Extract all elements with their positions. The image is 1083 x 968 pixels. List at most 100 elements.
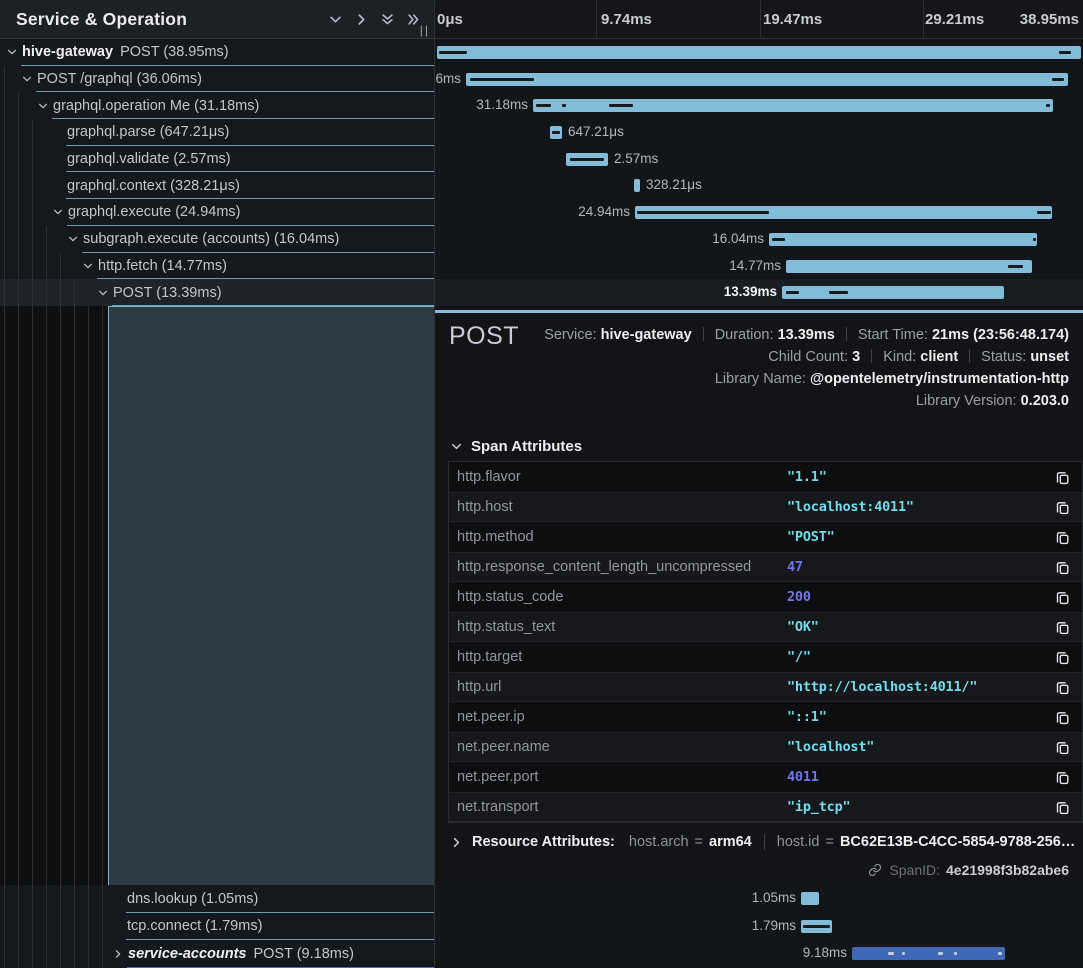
chevron-down-icon[interactable] (21, 74, 33, 84)
chevron-down-icon[interactable] (67, 234, 79, 244)
selected-span-detail-spacer (108, 306, 434, 885)
operation-name: graphql.operation Me (31.18ms) (53, 98, 259, 114)
copy-button[interactable] (1050, 800, 1070, 815)
span-bar[interactable] (769, 233, 1037, 246)
span-duration-label: 1.05ms (752, 890, 796, 905)
collapse-one-button[interactable] (322, 6, 348, 32)
child-span-tick (1033, 238, 1036, 241)
panel-splitter[interactable] (434, 0, 435, 968)
span-tree-row[interactable]: graphql.operation Me (31.18ms) (0, 92, 434, 119)
copy-button[interactable] (1050, 740, 1070, 755)
span-bar[interactable] (801, 920, 832, 933)
operation-name: graphql.execute (24.94ms) (68, 204, 241, 220)
span-tree-row[interactable]: hive-gatewayPOST (38.95ms) (0, 39, 434, 66)
span-tree-row[interactable]: graphql.execute (24.94ms) (0, 199, 434, 226)
span-bar[interactable] (437, 46, 1081, 59)
chevron-down-icon[interactable] (82, 261, 94, 271)
overview-label: Status: (981, 349, 1030, 365)
span-attributes-toggle[interactable]: Span Attributes (450, 438, 582, 455)
span-overview: Service: hive-gatewayDuration: 13.39msSt… (544, 324, 1069, 412)
span-tree-row[interactable]: service-accountsPOST (9.18ms) (0, 940, 434, 968)
expand-one-button[interactable] (348, 6, 374, 32)
span-bar-row[interactable]: 31.18ms (434, 92, 1083, 119)
copy-button[interactable] (1050, 560, 1070, 575)
span-row: hive-gatewayPOST (38.95ms)38.95ms (0, 39, 1083, 66)
span-bar[interactable] (550, 126, 562, 139)
span-tree-row[interactable]: graphql.validate (2.57ms) (0, 146, 434, 173)
span-bar-row[interactable]: 38.95ms (434, 39, 1083, 66)
span-duration-label: 9.18ms (803, 945, 847, 960)
resource-value: arm64 (709, 834, 752, 850)
chevron-down-icon[interactable] (52, 207, 64, 217)
attribute-value: "::1" (787, 709, 1050, 725)
chevron-down-icon[interactable] (37, 101, 49, 111)
child-span-tick (786, 291, 799, 294)
divider (969, 349, 970, 363)
collapse-all-button[interactable] (374, 6, 400, 32)
span-tree-row[interactable]: http.fetch (14.77ms) (0, 253, 434, 280)
span-bar-row[interactable]: 24.94ms (434, 199, 1083, 226)
column-resize-handle[interactable]: || (420, 23, 430, 37)
chevron-right-icon[interactable] (450, 836, 472, 849)
span-bar[interactable] (634, 179, 640, 192)
chevron-right-icon[interactable] (112, 949, 124, 959)
span-tree-row[interactable]: graphql.context (328.21μs) (0, 172, 434, 199)
span-bar[interactable] (533, 99, 1053, 112)
span-id-row: SpanID: 4e21998f3b82abe6 (868, 862, 1069, 878)
span-bar[interactable] (801, 892, 819, 905)
detail-accent-border (434, 310, 1083, 313)
span-bar-row[interactable]: 13.39ms (434, 279, 1083, 306)
copy-button[interactable] (1050, 770, 1070, 785)
span-bar[interactable] (566, 153, 608, 166)
overview-value: client (920, 349, 958, 365)
span-bar-row[interactable]: 9.18ms (434, 940, 1083, 968)
copy-button[interactable] (1050, 590, 1070, 605)
child-span-tick (772, 238, 785, 241)
overview-label: Child Count: (768, 349, 852, 365)
divider (764, 834, 765, 850)
span-tree-row[interactable]: dns.lookup (1.05ms) (0, 885, 434, 913)
overview-line: Child Count: 3Kind: clientStatus: unset (544, 346, 1069, 368)
span-bar-row[interactable]: 36.06ms (434, 66, 1083, 93)
span-bar-row[interactable]: 647.21μs (434, 119, 1083, 146)
span-bar-row[interactable]: 328.21μs (434, 172, 1083, 199)
copy-button[interactable] (1050, 500, 1070, 515)
chevron-down-icon[interactable] (6, 47, 18, 57)
span-id-value: 4e21998f3b82abe6 (946, 862, 1069, 878)
span-tree-row[interactable]: POST /graphql (36.06ms) (0, 66, 434, 93)
chevron-down-icon[interactable] (97, 288, 109, 298)
span-tree-row[interactable]: subgraph.execute (accounts) (16.04ms) (0, 226, 434, 253)
span-bar[interactable] (852, 947, 1005, 960)
span-bar[interactable] (635, 206, 1052, 219)
overview-value: 0.203.0 (1021, 393, 1069, 409)
copy-button[interactable] (1050, 680, 1070, 695)
overview-label: Service: (544, 327, 600, 343)
child-span-tick (1052, 78, 1064, 81)
span-tree-row[interactable]: tcp.connect (1.79ms) (0, 913, 434, 941)
copy-button[interactable] (1050, 620, 1070, 635)
copy-button[interactable] (1050, 470, 1070, 485)
child-span-tick (536, 104, 551, 107)
child-span-tick (570, 158, 604, 161)
grid-line (760, 0, 761, 38)
operation-name: POST (38.95ms) (120, 44, 229, 60)
span-bar[interactable] (466, 73, 1068, 86)
chevron-down-icon (450, 440, 463, 453)
copy-button[interactable] (1050, 650, 1070, 665)
span-tree-row[interactable]: graphql.parse (647.21μs) (0, 119, 434, 146)
copy-button[interactable] (1050, 710, 1070, 725)
span-bar-row[interactable]: 2.57ms (434, 146, 1083, 173)
attribute-row: net.peer.port4011 (449, 762, 1082, 792)
span-bar-row[interactable]: 1.05ms (434, 885, 1083, 913)
span-duration-label: 31.18ms (476, 97, 528, 112)
span-tree-row[interactable]: POST (13.39ms) (0, 279, 434, 306)
span-bar-row[interactable]: 16.04ms (434, 226, 1083, 253)
copy-icon (1055, 680, 1070, 695)
span-bar-row[interactable]: 14.77ms (434, 253, 1083, 280)
copy-button[interactable] (1050, 530, 1070, 545)
span-bar-row[interactable]: 1.79ms (434, 913, 1083, 941)
span-bar[interactable] (782, 286, 1004, 299)
span-bar[interactable] (786, 260, 1032, 273)
resource-attributes-title[interactable]: Resource Attributes: (472, 834, 615, 850)
link-icon (868, 863, 889, 877)
